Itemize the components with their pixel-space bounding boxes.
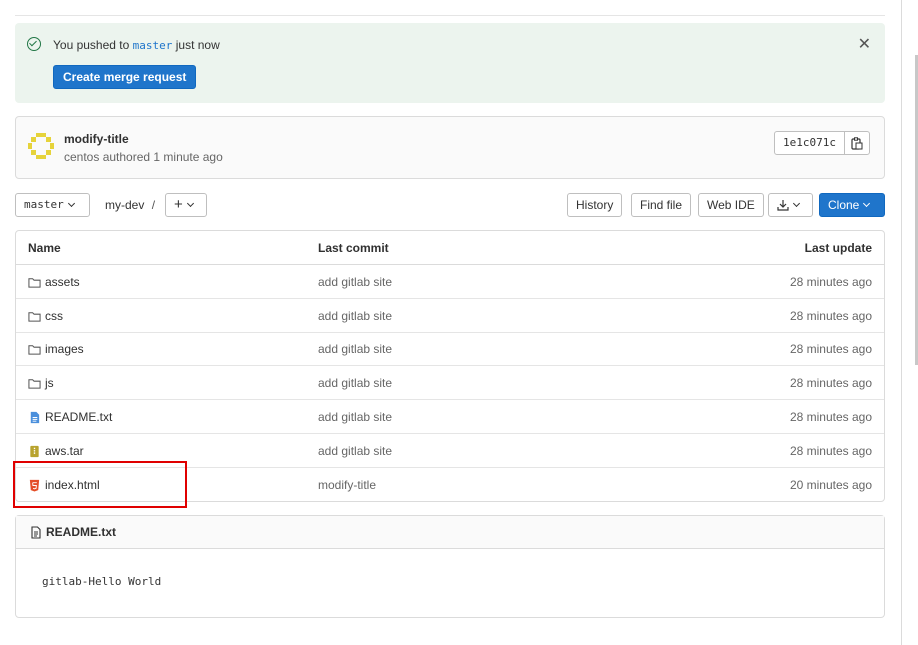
table-header: Name Last commit Last update (16, 231, 884, 265)
repository-toolbar: master my-dev / + History Find file Web … (15, 193, 885, 217)
table-row[interactable]: css add gitlab site 28 minutes ago (16, 299, 884, 333)
readme-filename-link[interactable]: README.txt (46, 525, 116, 539)
file-name-link[interactable]: README.txt (45, 410, 112, 424)
readme-header: README.txt (16, 516, 884, 549)
web-ide-button[interactable]: Web IDE (698, 193, 764, 217)
file-name-link[interactable]: images (45, 342, 84, 356)
download-dropdown-button[interactable] (768, 193, 813, 217)
chevron-down-icon (792, 199, 801, 208)
column-header-name: Name (28, 241, 61, 255)
file-name-link[interactable]: css (45, 309, 63, 323)
download-icon (777, 200, 789, 211)
clone-button[interactable]: Clone (819, 193, 885, 217)
folder-icon (28, 277, 41, 288)
top-divider (15, 0, 885, 16)
last-commit-box: modify-title centos authored 1 minute ag… (15, 116, 885, 179)
scrollbar[interactable] (903, 0, 918, 645)
row-updated: 20 minutes ago (789, 478, 872, 492)
add-dropdown-button[interactable]: + (165, 193, 207, 217)
row-commit-link[interactable]: add gitlab site (318, 376, 392, 390)
column-header-last-commit: Last commit (318, 241, 389, 255)
folder-icon (28, 311, 41, 322)
branch-selector-label: master (24, 198, 64, 211)
highlight-annotation-box (13, 461, 187, 508)
commit-author-line: centos authored 1 minute ago (64, 150, 223, 164)
commit-sha-label[interactable]: 1e1c071c (775, 132, 845, 154)
create-merge-request-button[interactable]: Create merge request (53, 65, 197, 89)
folder-icon (28, 344, 41, 355)
commit-sha-group: 1e1c071c (774, 131, 870, 155)
push-message-prefix: You pushed to (53, 38, 130, 52)
chevron-down-icon (863, 199, 871, 208)
close-icon[interactable]: ✕ (858, 34, 871, 54)
copy-icon[interactable] (845, 132, 869, 154)
table-row[interactable]: README.txt add gitlab site 28 minutes ag… (16, 400, 884, 434)
file-name-link[interactable]: aws.tar (45, 444, 84, 458)
row-commit-link[interactable]: modify-title (318, 478, 376, 492)
file-name-link[interactable]: assets (45, 275, 80, 289)
chevron-down-icon (186, 199, 194, 208)
history-button[interactable]: History (567, 193, 623, 217)
clone-button-label: Clone (828, 198, 860, 212)
row-commit-link[interactable]: add gitlab site (318, 275, 392, 289)
row-updated: 28 minutes ago (789, 444, 872, 458)
chevron-down-icon (67, 199, 75, 208)
branch-selector[interactable]: master (15, 193, 90, 217)
repository-page: You pushed to master just now ✕ Create m… (0, 0, 902, 645)
readme-content: gitlab-Hello World (42, 575, 162, 588)
text-file-icon (30, 411, 40, 423)
pushed-branch-link[interactable]: master (133, 39, 173, 52)
table-row[interactable]: images add gitlab site 28 minutes ago (16, 332, 884, 366)
row-updated: 28 minutes ago (789, 376, 872, 390)
check-circle-icon (27, 37, 41, 51)
row-updated: 28 minutes ago (789, 309, 872, 323)
table-row[interactable]: js add gitlab site 28 minutes ago (16, 366, 884, 400)
row-commit-link[interactable]: add gitlab site (318, 309, 392, 323)
breadcrumb-repo-link[interactable]: my-dev (105, 198, 144, 212)
row-commit-link[interactable]: add gitlab site (318, 342, 392, 356)
row-commit-link[interactable]: add gitlab site (318, 410, 392, 424)
push-message-suffix: just now (175, 38, 220, 52)
folder-icon (28, 378, 41, 389)
row-commit-link[interactable]: add gitlab site (318, 444, 392, 458)
breadcrumb-separator: / (151, 198, 156, 212)
avatar[interactable] (28, 133, 54, 159)
archive-file-icon (30, 445, 39, 457)
commit-title-link[interactable]: modify-title (64, 132, 129, 146)
row-updated: 28 minutes ago (789, 410, 872, 424)
column-header-last-update: Last update (804, 241, 872, 255)
readme-panel: README.txt gitlab-Hello World (15, 515, 885, 618)
push-message: You pushed to master just now (53, 38, 220, 52)
file-name-link[interactable]: js (45, 376, 54, 390)
row-updated: 28 minutes ago (789, 275, 872, 289)
plus-icon: + (174, 196, 183, 213)
find-file-button[interactable]: Find file (631, 193, 692, 217)
row-updated: 28 minutes ago (789, 342, 872, 356)
push-alert: You pushed to master just now ✕ Create m… (15, 23, 885, 103)
file-icon (31, 525, 41, 539)
breadcrumb: my-dev / (105, 193, 155, 217)
table-row[interactable]: assets add gitlab site 28 minutes ago (16, 265, 884, 299)
